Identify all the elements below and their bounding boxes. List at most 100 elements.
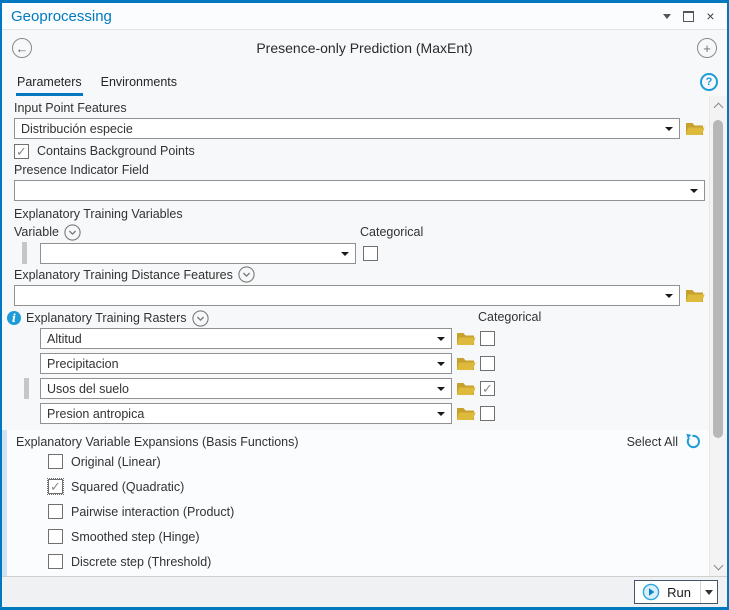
row-grip-handle[interactable] — [24, 378, 29, 399]
chevron-up-icon — [713, 102, 724, 113]
combo-caret-icon[interactable] — [437, 362, 445, 366]
distance-features-options-button[interactable] — [238, 266, 255, 283]
option-label: Original (Linear) — [71, 454, 161, 469]
browse-folder-button[interactable] — [685, 287, 705, 304]
option-checkbox[interactable]: ✓ — [48, 554, 63, 569]
folder-icon — [456, 407, 476, 420]
combo-caret-icon[interactable] — [437, 337, 445, 341]
run-caret-icon — [705, 589, 713, 595]
panel-menu-button[interactable] — [657, 7, 676, 26]
contains-background-points-checkbox[interactable]: ✓ — [14, 143, 29, 159]
basis-function-option: ✓ Original (Linear) — [48, 451, 709, 472]
combo-caret-icon[interactable] — [690, 189, 698, 193]
check-icon: ✓ — [482, 381, 493, 396]
tab-environments[interactable]: Environments — [100, 75, 178, 96]
plus-icon: + — [703, 40, 711, 56]
categorical-checkbox[interactable]: ✓ — [363, 245, 378, 261]
raster-row: Altitud ✓ — [40, 328, 705, 349]
check-icon: ✓ — [16, 143, 27, 159]
check-icon: ✓ — [50, 479, 61, 494]
chevron-down-icon — [713, 560, 724, 570]
browse-folder-button[interactable] — [685, 120, 705, 137]
combo-caret-icon[interactable] — [437, 412, 445, 416]
variable-options-button[interactable] — [64, 223, 81, 241]
browse-folder-button[interactable] — [456, 405, 476, 422]
categorical-checkbox[interactable]: ✓ — [480, 331, 495, 346]
toggle-all-refresh-icon[interactable] — [684, 433, 701, 450]
basis-functions-label: Explanatory Variable Expansions (Basis F… — [16, 434, 299, 449]
parameter-fields: Input Point Features Distribución especi… — [2, 96, 709, 576]
input-point-features-row: Distribución especie — [14, 118, 705, 139]
run-button[interactable]: Run — [634, 580, 718, 604]
question-icon: ? — [705, 76, 713, 88]
categorical-checkbox[interactable]: ✓ — [480, 406, 495, 421]
categorical-checkbox[interactable]: ✓ — [480, 356, 495, 371]
option-checkbox[interactable]: ✓ — [48, 504, 63, 519]
row-grip-handle[interactable] — [22, 242, 27, 264]
training-distance-features-header: Explanatory Training Distance Features — [14, 266, 697, 283]
raster-combobox[interactable]: Altitud — [40, 328, 452, 349]
combo-value: Altitud — [47, 331, 82, 346]
training-rasters-header: i Explanatory Training Rasters Categoric… — [7, 309, 697, 327]
training-distance-features-row — [14, 285, 705, 306]
help-button[interactable]: ? — [700, 73, 718, 91]
panel-float-button[interactable] — [679, 7, 698, 26]
chevron-down-circle-icon — [238, 266, 255, 283]
basis-function-option: ✓ Discrete step (Threshold) — [48, 551, 709, 572]
combo-value: Presion antropica — [47, 406, 145, 421]
training-distance-features-combobox[interactable] — [14, 285, 680, 306]
training-variables-label: Explanatory Training Variables — [14, 207, 183, 221]
back-button[interactable]: ← — [12, 38, 32, 58]
add-to-model-button[interactable]: + — [697, 38, 717, 58]
basis-function-option: ✓ Squared (Quadratic) — [47, 476, 709, 497]
option-label: Smoothed step (Hinge) — [71, 529, 200, 544]
training-variables-columns: Variable Categorical — [14, 223, 697, 241]
input-point-features-combobox[interactable]: Distribución especie — [14, 118, 680, 139]
browse-folder-button[interactable] — [456, 355, 476, 372]
folder-icon — [456, 332, 476, 345]
scrollbar-thumb[interactable] — [713, 120, 723, 438]
rasters-options-button[interactable] — [191, 309, 209, 327]
combo-value: Usos del suelo — [47, 381, 129, 396]
folder-icon — [456, 357, 476, 370]
option-checkbox[interactable]: ✓ — [47, 478, 64, 495]
basis-functions-options: ✓ Original (Linear) ✓ Squared (Quadratic… — [16, 451, 709, 572]
scroll-down-button[interactable] — [710, 559, 727, 574]
parameters-content: Input Point Features Distribución especi… — [2, 96, 727, 576]
select-all-control[interactable]: Select All — [627, 433, 701, 450]
run-options-button[interactable] — [700, 581, 717, 603]
raster-row: Presion antropica ✓ — [40, 403, 705, 424]
tab-parameters[interactable]: Parameters — [16, 75, 83, 96]
combo-caret-icon[interactable] — [665, 294, 673, 298]
raster-combobox[interactable]: Usos del suelo — [40, 378, 452, 399]
basis-functions-section: Explanatory Variable Expansions (Basis F… — [2, 430, 709, 576]
run-button-label: Run — [667, 584, 691, 600]
presence-indicator-field-combobox[interactable] — [14, 180, 705, 201]
variable-combobox[interactable] — [40, 242, 356, 264]
run-play-icon — [642, 583, 660, 601]
browse-folder-button[interactable] — [456, 380, 476, 397]
raster-row: Precipitacion ✓ — [40, 353, 705, 374]
panel-close-button[interactable]: × — [701, 7, 720, 26]
combo-caret-icon[interactable] — [665, 127, 673, 131]
browse-folder-button[interactable] — [456, 330, 476, 347]
option-checkbox[interactable]: ✓ — [48, 454, 63, 469]
geoprocessing-panel: Geoprocessing × ← Presence-only Predicti… — [0, 0, 729, 610]
input-point-features-label: Input Point Features — [14, 101, 127, 115]
vertical-scrollbar[interactable] — [709, 96, 727, 576]
combo-caret-icon[interactable] — [341, 251, 349, 256]
tab-bar: Parameters Environments ? — [2, 66, 727, 96]
combo-caret-icon[interactable] — [437, 387, 445, 391]
categorical-checkbox[interactable]: ✓ — [480, 381, 495, 396]
option-checkbox[interactable]: ✓ — [48, 529, 63, 544]
float-window-icon — [683, 10, 694, 22]
basis-function-option: ✓ Pairwise interaction (Product) — [48, 501, 709, 522]
raster-combobox[interactable]: Precipitacion — [40, 353, 452, 374]
scroll-up-button[interactable] — [710, 98, 727, 113]
info-icon[interactable]: i — [7, 311, 21, 325]
panel-title: Geoprocessing — [11, 7, 112, 25]
run-button-main[interactable]: Run — [635, 581, 700, 603]
raster-combobox[interactable]: Presion antropica — [40, 403, 452, 424]
close-icon: × — [706, 8, 715, 24]
footer-bar: Run — [2, 576, 727, 607]
